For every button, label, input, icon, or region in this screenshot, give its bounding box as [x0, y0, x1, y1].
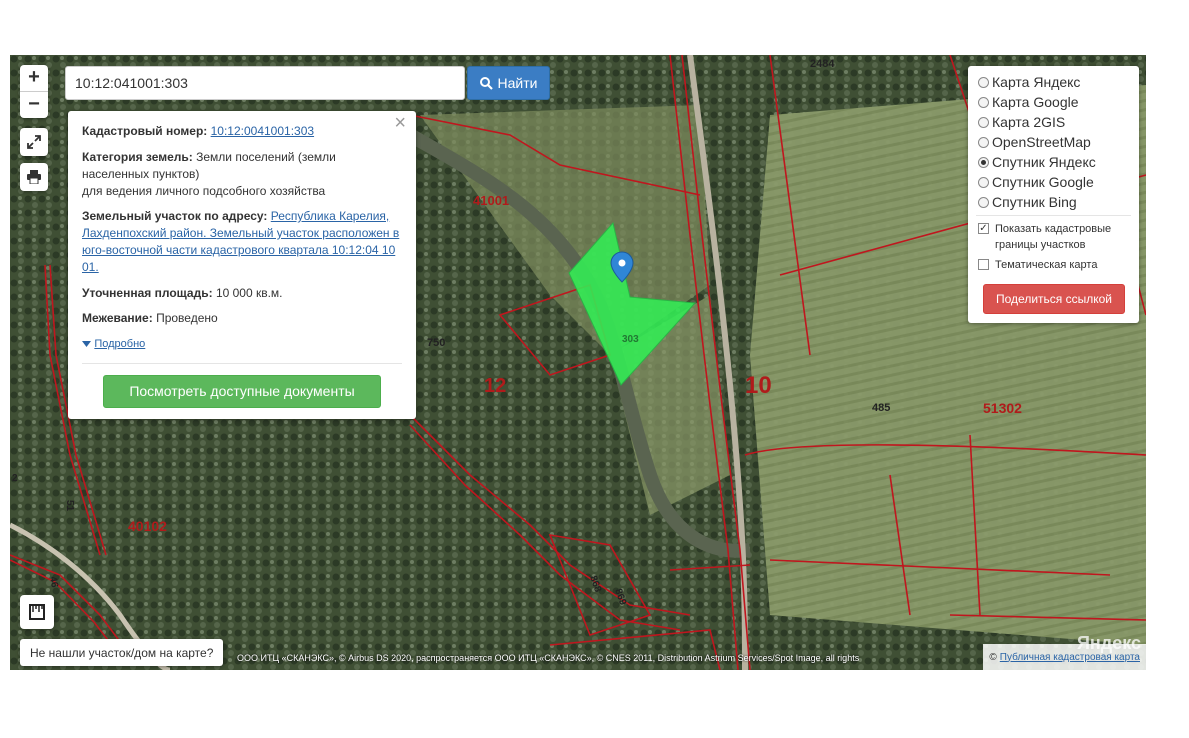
- map-label-303: 303: [622, 334, 639, 345]
- address-label: Земельный участок по адресу:: [82, 209, 268, 223]
- imagery-copyright: ООО ИТЦ «СКАНЭКС», © Airbus DS 2020, рас…: [237, 653, 860, 663]
- survey-row: Межевание: Проведено: [82, 310, 404, 327]
- category-use: для ведения личного подсобного хозяйства: [82, 184, 326, 198]
- survey-value: Проведено: [156, 311, 218, 325]
- radio-icon[interactable]: [978, 116, 989, 128]
- map-label-2484: 2484: [810, 58, 835, 70]
- expand-icon: [27, 135, 41, 149]
- layer-option-label: Спутник Bing: [992, 194, 1077, 210]
- checkbox-checked-icon: ✓: [978, 223, 989, 234]
- radio-icon[interactable]: [978, 76, 989, 88]
- area-label: Уточненная площадь:: [82, 286, 213, 300]
- radio-icon[interactable]: [978, 136, 989, 148]
- layer-option-label: Карта 2GIS: [992, 114, 1066, 130]
- layer-option[interactable]: Карта Google: [978, 94, 1079, 110]
- share-link-button[interactable]: Поделиться ссылкой: [983, 284, 1125, 314]
- layer-switcher: Карта Яндекс Карта Google Карта 2GIS OpenSt…: [968, 66, 1139, 323]
- category-row: Категория земель: Земли поселений (земли…: [82, 149, 404, 200]
- divider: [82, 363, 402, 364]
- layer-option[interactable]: Карта 2GIS: [978, 114, 1065, 130]
- category-label: Категория земель:: [82, 150, 193, 164]
- fullscreen-button[interactable]: [20, 128, 48, 156]
- ruler-icon: [29, 604, 45, 620]
- area-value: 10 000 кв.м.: [215, 286, 283, 300]
- search-icon: [479, 76, 493, 90]
- map-view[interactable]: 2484 41001 750 12 303 10 485 51302 40102…: [10, 55, 1146, 670]
- not-found-button[interactable]: Не нашли участок/дом на карте?: [20, 639, 224, 666]
- radio-icon[interactable]: [978, 176, 989, 188]
- divider: [976, 215, 1131, 216]
- layer-option-label: OpenStreetMap: [992, 134, 1091, 150]
- search-button-label: Найти: [497, 75, 538, 91]
- map-label-10: 10: [745, 372, 772, 399]
- more-link[interactable]: Подробно: [94, 338, 145, 350]
- cadastral-row: Кадастровый номер: 10:12:0041001:303: [82, 123, 404, 140]
- map-label-12: 12: [484, 375, 506, 397]
- layer-option-label: Спутник Google: [992, 174, 1094, 190]
- zoom-control: + −: [20, 65, 48, 118]
- checkbox-thematic-map[interactable]: Тематическая карта: [978, 257, 1097, 273]
- checkbox-label: Тематическая карта: [995, 259, 1098, 271]
- zoom-in-button[interactable]: +: [20, 65, 48, 91]
- checkbox-unchecked-icon: [978, 259, 989, 270]
- map-label-485: 485: [872, 402, 890, 414]
- map-label-750: 750: [427, 337, 445, 349]
- zoom-out-button[interactable]: −: [20, 91, 48, 118]
- layer-option-label: Карта Яндекс: [992, 74, 1081, 90]
- layer-option-label: Спутник Яндекс: [992, 154, 1096, 170]
- caret-down-icon: [82, 341, 91, 347]
- checkbox-label: Показать кадастровые границы участков: [995, 223, 1112, 251]
- layer-option[interactable]: Спутник Google: [978, 174, 1094, 190]
- view-documents-button[interactable]: Посмотреть доступные документы: [103, 375, 381, 408]
- layer-option[interactable]: OpenStreetMap: [978, 134, 1091, 150]
- printer-icon: [27, 170, 41, 184]
- print-button[interactable]: [20, 163, 48, 191]
- radio-icon[interactable]: [978, 96, 989, 108]
- attribution-link[interactable]: Публичная кадастровая карта: [1000, 652, 1140, 663]
- search-input[interactable]: [65, 66, 465, 100]
- map-label-51: 51: [64, 500, 75, 512]
- attribution-prefix: ©: [989, 651, 997, 663]
- survey-label: Межевание:: [82, 311, 153, 325]
- checkbox-cadastral-borders[interactable]: ✓ Показать кадастровые границы участков: [978, 221, 1128, 253]
- search-button[interactable]: Найти: [467, 66, 550, 100]
- address-row: Земельный участок по адресу: Республика …: [82, 208, 404, 276]
- area-row: Уточненная площадь: 10 000 кв.м.: [82, 285, 404, 302]
- cadastral-link[interactable]: 10:12:0041001:303: [211, 124, 314, 138]
- map-label-2: 2: [12, 473, 18, 484]
- radio-icon[interactable]: [978, 156, 989, 168]
- map-label-51302: 51302: [983, 400, 1022, 416]
- radio-icon[interactable]: [978, 196, 989, 208]
- map-label-41001: 41001: [473, 193, 509, 208]
- layer-option-label: Карта Google: [992, 94, 1079, 110]
- cadastral-label: Кадастровый номер:: [82, 124, 208, 138]
- parcel-info-popup: × Кадастровый номер: 10:12:0041001:303 К…: [68, 111, 416, 419]
- layer-option[interactable]: Спутник Bing: [978, 194, 1077, 210]
- attribution: © Публичная кадастровая карта: [983, 644, 1146, 670]
- map-label-40102: 40102: [128, 518, 167, 534]
- layer-option[interactable]: Карта Яндекс: [978, 74, 1080, 90]
- ruler-button[interactable]: [20, 595, 54, 629]
- more-toggle[interactable]: Подробно: [82, 335, 404, 353]
- layer-option[interactable]: Спутник Яндекс: [978, 154, 1096, 170]
